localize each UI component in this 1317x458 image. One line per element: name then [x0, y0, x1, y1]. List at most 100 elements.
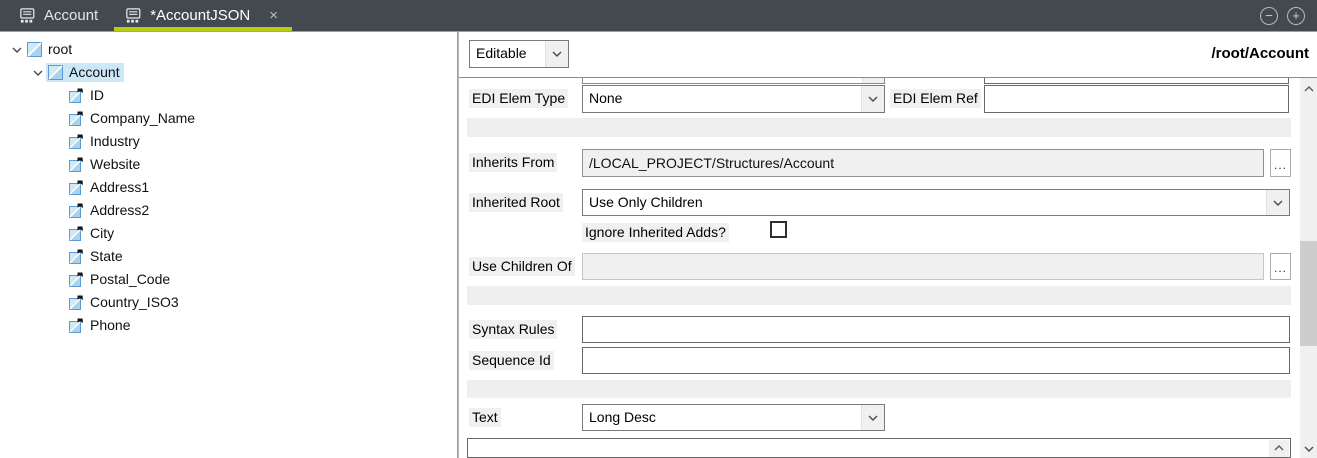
use-children-of-field	[582, 253, 1264, 280]
tree-item-country-iso3[interactable]: Country_ISO3	[0, 291, 457, 314]
inherits-from-browse-button[interactable]: ...	[1270, 149, 1291, 177]
inherited-root-value: Use Only Children	[583, 190, 1266, 215]
field-leaf-icon	[69, 318, 84, 333]
chevron-down-icon	[861, 405, 884, 430]
field-leaf-icon	[69, 249, 84, 264]
active-tab-underline	[114, 27, 292, 31]
field-leaf-icon	[69, 134, 84, 149]
edi-elem-type-select[interactable]: None	[582, 85, 885, 113]
scroll-down-icon[interactable]	[1300, 440, 1317, 457]
field-leaf-icon	[69, 180, 84, 195]
tree-item-industry[interactable]: Industry	[0, 130, 457, 153]
clipped-control	[984, 78, 1289, 84]
chevron-down-icon[interactable]	[29, 70, 46, 76]
structure-node-icon	[27, 42, 42, 57]
main-split: root Account ID Company_Name Industry	[0, 31, 1317, 458]
use-children-of-label: Use Children Of	[469, 257, 575, 276]
chevron-down-icon	[861, 86, 884, 112]
text-value: Long Desc	[583, 405, 861, 430]
chevron-down-icon[interactable]	[8, 47, 25, 53]
tree-item-label: Industry	[88, 132, 144, 151]
tab-bar: Account *AccountJSON × − +	[0, 0, 1317, 31]
selected-node-highlight: Account	[46, 63, 124, 82]
long-desc-textarea[interactable]	[467, 438, 1291, 458]
edi-elem-ref-label: EDI Elem Ref	[890, 89, 981, 108]
tree-item-label: Account	[67, 63, 124, 82]
edi-elem-type-label: EDI Elem Type	[469, 89, 568, 108]
structure-form-icon	[20, 8, 35, 23]
tree-item-root[interactable]: root	[0, 38, 457, 61]
ignore-inherited-adds-label: Ignore Inherited Adds?	[582, 223, 729, 242]
clipped-control	[582, 78, 885, 84]
tree-item-label: Address2	[88, 201, 153, 220]
form-scroll-area: EDI Elem Type None EDI Elem Ref Inherits…	[459, 78, 1300, 458]
tree-item-label: root	[46, 40, 76, 59]
tree-item-address1[interactable]: Address1	[0, 176, 457, 199]
tree-item-label: Postal_Code	[88, 270, 174, 289]
textarea-scrollbar[interactable]	[1269, 440, 1289, 457]
inherits-from-label: Inherits From	[469, 153, 557, 172]
close-tab-icon[interactable]: ×	[267, 7, 280, 24]
edi-elem-ref-input[interactable]	[984, 85, 1289, 113]
chevron-down-icon	[1266, 190, 1289, 215]
text-label: Text	[469, 408, 501, 427]
tree-item-state[interactable]: State	[0, 245, 457, 268]
syntax-rules-input[interactable]	[582, 316, 1290, 343]
tab-account[interactable]: Account	[6, 0, 112, 31]
editable-mode-select[interactable]: Editable	[469, 40, 569, 68]
tree-item-website[interactable]: Website	[0, 153, 457, 176]
inherits-from-field[interactable]	[582, 149, 1264, 177]
group-separator	[467, 286, 1291, 305]
tree-item-id[interactable]: ID	[0, 84, 457, 107]
inherited-root-select[interactable]: Use Only Children	[582, 189, 1290, 216]
structure-node-icon	[48, 65, 63, 80]
tree-item-label: State	[88, 247, 127, 266]
tree-item-label: ID	[88, 86, 108, 105]
sequence-id-label: Sequence Id	[469, 351, 554, 370]
ignore-inherited-adds-checkbox[interactable]	[770, 221, 787, 238]
structure-tree: root Account ID Company_Name Industry	[0, 32, 458, 458]
field-leaf-icon	[69, 226, 84, 241]
tree-item-phone[interactable]: Phone	[0, 314, 457, 337]
edi-elem-type-value: None	[583, 86, 861, 112]
tree-item-postal-code[interactable]: Postal_Code	[0, 268, 457, 291]
tree-item-city[interactable]: City	[0, 222, 457, 245]
field-leaf-icon	[69, 295, 84, 310]
editable-mode-value: Editable	[470, 41, 545, 67]
tree-item-label: Website	[88, 155, 144, 174]
tree-item-label: Phone	[88, 316, 134, 335]
inherited-root-label: Inherited Root	[469, 193, 563, 212]
panel-header: Editable /root/Account	[459, 32, 1317, 78]
field-leaf-icon	[69, 203, 84, 218]
scrollbar-thumb[interactable]	[1300, 241, 1317, 346]
group-separator	[467, 380, 1291, 398]
collapse-button[interactable]: −	[1260, 7, 1278, 25]
sequence-id-input[interactable]	[582, 347, 1290, 374]
field-leaf-icon	[69, 111, 84, 126]
field-leaf-icon	[69, 157, 84, 172]
properties-panel: Editable /root/Account EDI Elem Type Non…	[458, 32, 1317, 458]
panel-scrollbar[interactable]	[1300, 78, 1317, 458]
tabbar-controls: − +	[1260, 0, 1317, 31]
syntax-rules-label: Syntax Rules	[469, 320, 557, 339]
tree-item-account[interactable]: Account	[0, 61, 457, 84]
tree-item-company-name[interactable]: Company_Name	[0, 107, 457, 130]
structure-form-icon	[126, 8, 141, 23]
tab-label: *AccountJSON	[150, 7, 250, 24]
expand-button[interactable]: +	[1287, 7, 1305, 25]
tab-accountjson[interactable]: *AccountJSON ×	[112, 0, 294, 31]
use-children-of-browse-button[interactable]: ...	[1270, 253, 1291, 280]
tree-item-label: City	[88, 224, 118, 243]
node-path: /root/Account	[1212, 45, 1310, 62]
scroll-up-icon[interactable]	[1300, 80, 1317, 97]
tree-item-label: Address1	[88, 178, 153, 197]
tree-item-address2[interactable]: Address2	[0, 199, 457, 222]
scroll-up-icon[interactable]	[1274, 445, 1284, 451]
text-select[interactable]: Long Desc	[582, 404, 885, 431]
group-separator	[467, 118, 1291, 137]
field-leaf-icon	[69, 88, 84, 103]
field-leaf-icon	[69, 272, 84, 287]
tab-label: Account	[44, 7, 98, 24]
tree-item-label: Country_ISO3	[88, 293, 183, 312]
chevron-down-icon	[545, 41, 568, 67]
